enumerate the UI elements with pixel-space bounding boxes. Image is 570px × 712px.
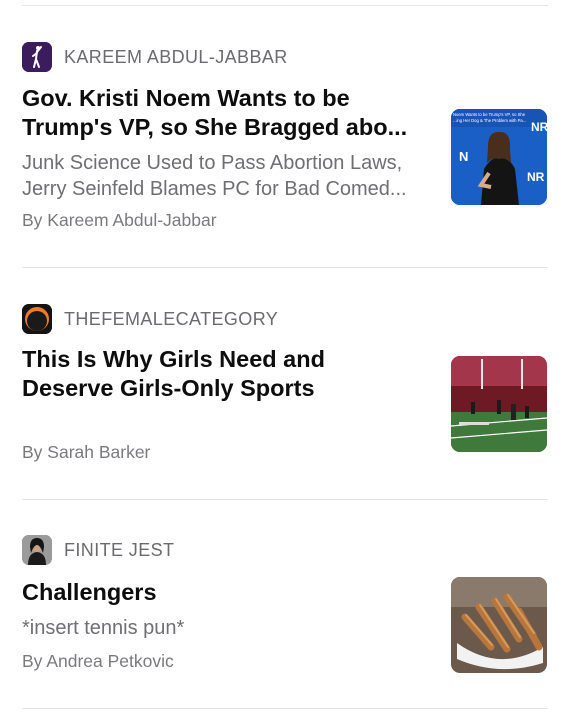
subtitle-line: Junk Science Used to Pass Abortion Laws, — [22, 152, 403, 174]
subtitle-line: *insert tennis pun* — [22, 617, 185, 639]
article-thumbnail[interactable] — [451, 356, 547, 452]
publication-name: THEFEMALECATEGORY — [64, 308, 279, 329]
article-byline: By Kareem Abdul-Jabbar — [22, 210, 217, 230]
article-card[interactable]: KAREEM ABDUL-JABBAR Gov. Kristi Noem Wan… — [0, 0, 570, 268]
publication-name: FINITE JEST — [64, 539, 175, 560]
article-thumbnail[interactable] — [451, 577, 547, 673]
article-thumbnail[interactable]: Noem Wants to be Trump's VP, so She ...i… — [451, 109, 547, 205]
article-card[interactable]: FINITE JEST Challengers *insert tennis p… — [0, 500, 570, 712]
title-line: Trump's VP, so She Bragged abo... — [22, 114, 408, 140]
article-subtitle: *insert tennis pun* — [22, 615, 442, 641]
svg-text:N: N — [459, 149, 468, 164]
article-title[interactable]: Challengers — [22, 578, 442, 607]
svg-text:NR: NR — [527, 170, 545, 184]
subtitle-line: Jerry Seinfeld Blames PC for Bad Comed..… — [22, 178, 407, 200]
article-byline: By Sarah Barker — [22, 442, 151, 462]
article-card[interactable]: THEFEMALECATEGORY This Is Why Girls Need… — [0, 268, 570, 499]
bottom-divider — [22, 708, 548, 709]
thumbnail-caption: Noem Wants to be Trump's VP, so She — [453, 112, 526, 117]
title-line: Deserve Girls-Only Sports — [22, 375, 315, 401]
publication-header[interactable]: FINITE JEST — [22, 535, 174, 565]
article-subtitle: Junk Science Used to Pass Abortion Laws,… — [22, 150, 442, 202]
title-line: Gov. Kristi Noem Wants to be — [22, 85, 350, 111]
author-avatar — [22, 535, 52, 565]
article-byline: By Andrea Petkovic — [22, 651, 174, 671]
female-category-logo — [22, 304, 52, 334]
basketball-player-icon — [22, 42, 52, 72]
article-title[interactable]: Gov. Kristi Noem Wants to be Trump's VP,… — [22, 84, 442, 142]
article-title[interactable]: This Is Why Girls Need and Deserve Girls… — [22, 345, 442, 403]
title-line: This Is Why Girls Need and — [22, 346, 325, 372]
thumbnail-logo: NR — [531, 120, 547, 134]
publication-name: KAREEM ABDUL-JABBAR — [64, 46, 288, 67]
publication-header[interactable]: THEFEMALECATEGORY — [22, 304, 278, 334]
publication-header[interactable]: KAREEM ABDUL-JABBAR — [22, 42, 288, 72]
thumbnail-caption: ...ing Her Dog & The Problem with Pa... — [453, 118, 526, 123]
